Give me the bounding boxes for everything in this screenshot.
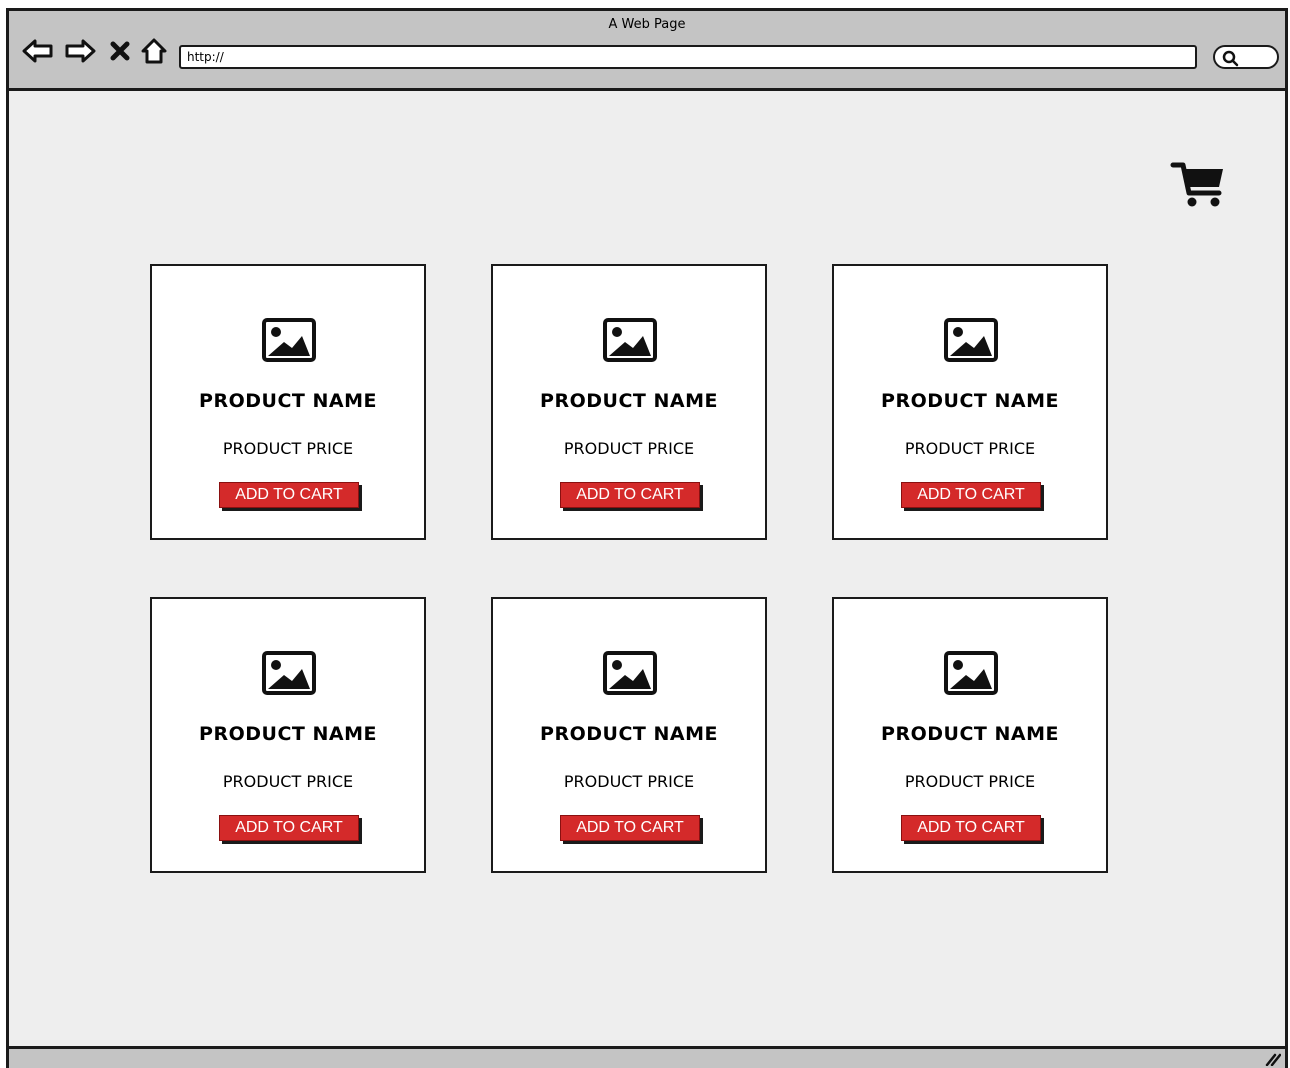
image-placeholder-icon xyxy=(603,318,657,362)
product-price: PRODUCT PRICE xyxy=(563,772,695,791)
product-name: PRODUCT NAME xyxy=(540,390,718,412)
product-card: PRODUCT NAME PRODUCT PRICE ADD TO CART xyxy=(832,264,1108,540)
product-price: PRODUCT PRICE xyxy=(222,772,354,791)
add-to-cart-button[interactable]: ADD TO CART xyxy=(560,815,700,841)
forward-arrow-icon[interactable] xyxy=(63,35,97,67)
product-name: PRODUCT NAME xyxy=(540,723,718,745)
resize-grip-icon[interactable] xyxy=(1265,1052,1281,1066)
search-icon xyxy=(1222,50,1239,67)
product-name: PRODUCT NAME xyxy=(199,390,377,412)
image-placeholder-icon xyxy=(262,318,316,362)
window-title: A Web Page xyxy=(608,17,686,32)
product-card: PRODUCT NAME PRODUCT PRICE ADD TO CART xyxy=(491,264,767,540)
browser-titlebar: A Web Page http:// xyxy=(9,11,1285,91)
add-to-cart-button[interactable]: ADD TO CART xyxy=(219,815,359,841)
product-card: PRODUCT NAME PRODUCT PRICE ADD TO CART xyxy=(491,597,767,873)
product-card: PRODUCT NAME PRODUCT PRICE ADD TO CART xyxy=(150,264,426,540)
product-price: PRODUCT PRICE xyxy=(904,439,1036,458)
close-icon[interactable] xyxy=(103,35,137,67)
back-arrow-icon[interactable] xyxy=(21,35,55,67)
search-field[interactable] xyxy=(1213,45,1279,69)
add-to-cart-button[interactable]: ADD TO CART xyxy=(219,482,359,508)
image-placeholder-icon xyxy=(603,651,657,695)
image-placeholder-icon xyxy=(944,651,998,695)
status-bar xyxy=(9,1046,1285,1068)
add-to-cart-button[interactable]: ADD TO CART xyxy=(560,482,700,508)
shopping-cart-icon[interactable] xyxy=(1169,159,1229,211)
product-name: PRODUCT NAME xyxy=(881,723,1059,745)
product-price: PRODUCT PRICE xyxy=(222,439,354,458)
product-price: PRODUCT PRICE xyxy=(563,439,695,458)
browser-window: A Web Page http:// PRODUCT NAME PRODUCT … xyxy=(6,8,1288,1068)
product-name: PRODUCT NAME xyxy=(199,723,377,745)
add-to-cart-button[interactable]: ADD TO CART xyxy=(901,815,1041,841)
image-placeholder-icon xyxy=(262,651,316,695)
url-input[interactable]: http:// xyxy=(179,45,1197,69)
product-card: PRODUCT NAME PRODUCT PRICE ADD TO CART xyxy=(832,597,1108,873)
add-to-cart-button[interactable]: ADD TO CART xyxy=(901,482,1041,508)
home-icon[interactable] xyxy=(137,35,171,67)
product-card: PRODUCT NAME PRODUCT PRICE ADD TO CART xyxy=(150,597,426,873)
product-name: PRODUCT NAME xyxy=(881,390,1059,412)
image-placeholder-icon xyxy=(944,318,998,362)
product-price: PRODUCT PRICE xyxy=(904,772,1036,791)
